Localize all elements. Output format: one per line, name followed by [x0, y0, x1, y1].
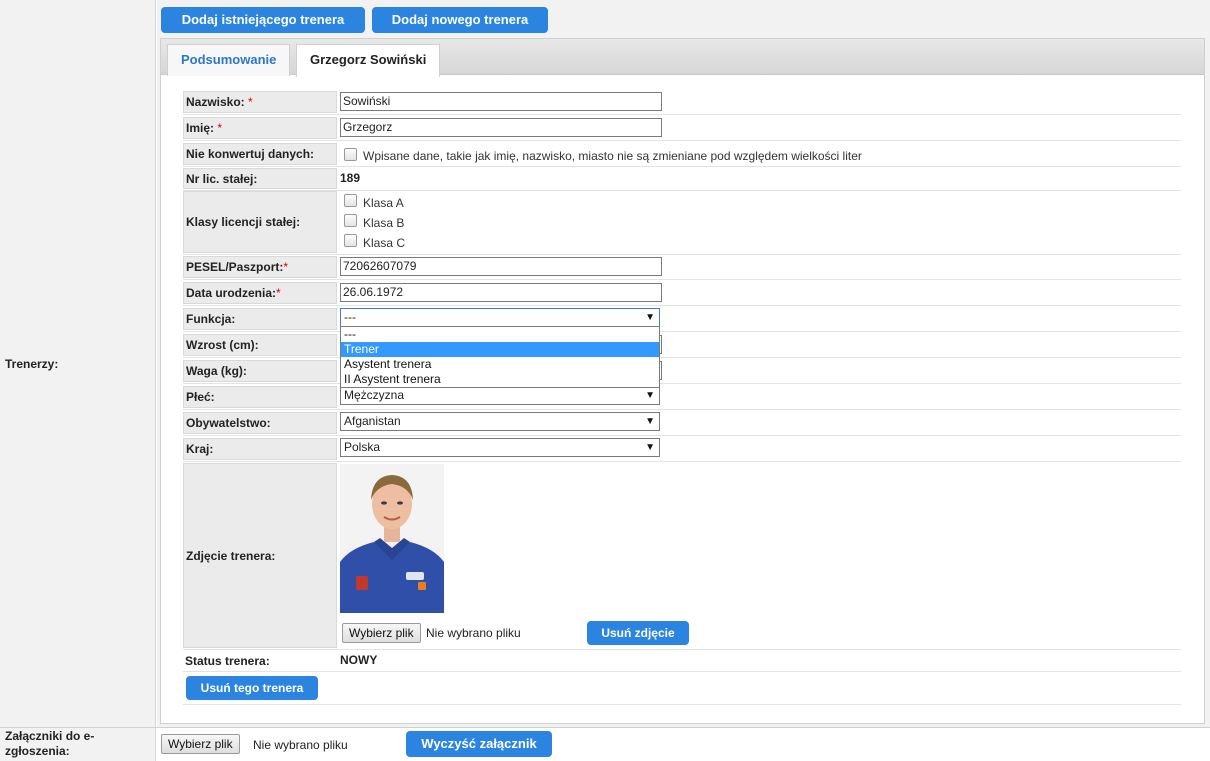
pesel-label: PESEL/Paszport: *: [183, 256, 337, 278]
noconvert-text: Wpisane dane, takie jak imię, nazwisko, …: [363, 149, 862, 163]
function-option[interactable]: Asystent trenera: [341, 357, 659, 372]
chevron-down-icon: ▼: [645, 390, 655, 401]
class-c-label: Klasa C: [363, 236, 406, 250]
photo-choose-file-button[interactable]: Wybierz plik: [342, 623, 421, 643]
tab-bar: Podsumowanie Grzegorz Sowiński: [161, 39, 1204, 77]
row-divider: [183, 704, 1181, 705]
add-new-trainer-button[interactable]: Dodaj nowego trenera: [372, 7, 548, 33]
photo-no-file-text: Nie wybrano pliku: [426, 626, 521, 640]
country-select[interactable]: Polska ▼: [340, 438, 660, 457]
row-divider: [183, 279, 1181, 280]
country-select-value: Polska: [344, 440, 381, 454]
function-select-value: ---: [344, 310, 356, 324]
row-divider: [183, 166, 1181, 167]
class-b-checkbox[interactable]: [344, 214, 357, 227]
function-option[interactable]: Trener: [341, 342, 659, 357]
left-label-column: [0, 0, 156, 761]
tab-summary[interactable]: Podsumowanie: [167, 44, 291, 76]
tab-trainer[interactable]: Grzegorz Sowiński: [296, 44, 441, 77]
trainers-label: Trenerzy:: [5, 357, 59, 371]
row-divider: [183, 305, 1181, 306]
citizenship-select[interactable]: Afganistan ▼: [340, 412, 660, 431]
function-option[interactable]: II Asystent trenera: [341, 372, 659, 387]
add-existing-trainer-button[interactable]: Dodaj istniejącego trenera: [161, 7, 365, 33]
chevron-down-icon: ▼: [645, 442, 655, 453]
birthdate-input[interactable]: 26.06.1972: [340, 283, 662, 302]
status-value: NOWY: [340, 653, 378, 667]
row-divider: [183, 140, 1181, 141]
remove-photo-button[interactable]: Usuń zdjęcie: [587, 621, 689, 645]
attachment-choose-file-button[interactable]: Wybierz plik: [161, 734, 240, 754]
function-select[interactable]: --- ▼: [340, 308, 660, 327]
trainer-photo: [340, 464, 444, 613]
chevron-down-icon: ▼: [645, 416, 655, 427]
row-divider: [183, 649, 1181, 650]
weight-label: Waga (kg):: [183, 360, 337, 382]
row-divider: [183, 114, 1181, 115]
clear-attachment-button[interactable]: Wyczyść załącznik: [406, 731, 552, 757]
noconvert-label: Nie konwertuj danych:: [183, 143, 337, 165]
noconvert-checkbox[interactable]: [344, 148, 357, 161]
function-dropdown-list[interactable]: --- Trener Asystent trenera II Asystent …: [340, 326, 660, 388]
row-divider: [183, 409, 1181, 410]
chevron-down-icon: ▼: [645, 312, 655, 323]
row-divider: [183, 435, 1181, 436]
row-divider: [183, 383, 1181, 384]
citizenship-label: Obywatelstwo:: [183, 412, 337, 434]
row-divider: [183, 357, 1181, 358]
row-divider: [183, 331, 1181, 332]
license-label: Nr lic. stałej:: [183, 168, 337, 189]
class-c-checkbox[interactable]: [344, 234, 357, 247]
attachments-label: Załączniki do e-zgłoszenia:: [5, 729, 95, 758]
firstname-input[interactable]: Grzegorz: [340, 118, 662, 137]
class-a-label: Klasa A: [363, 196, 404, 210]
country-label: Kraj:: [183, 438, 337, 460]
attachment-no-file-text: Nie wybrano pliku: [253, 738, 348, 752]
sex-select[interactable]: Mężczyzna ▼: [340, 386, 660, 405]
pesel-input[interactable]: 72062607079: [340, 257, 662, 276]
sex-select-value: Mężczyzna: [344, 388, 405, 402]
firstname-label: Imię: *: [183, 117, 337, 139]
license-value: 189: [340, 171, 361, 185]
citizenship-select-value: Afganistan: [344, 414, 401, 428]
birthdate-label: Data urodzenia: *: [183, 282, 337, 304]
class-b-label: Klasa B: [363, 216, 405, 230]
classes-label: Klasy licencji stałej:: [183, 191, 337, 253]
function-option[interactable]: ---: [341, 327, 659, 342]
divider: [0, 727, 1210, 728]
trainer-photo-image: [340, 464, 444, 613]
status-label: Status trenera:: [185, 653, 270, 668]
row-divider: [183, 461, 1181, 462]
sex-label: Płeć:: [183, 386, 337, 408]
surname-input[interactable]: Sowiński: [340, 92, 662, 111]
photo-label: Zdjęcie trenera:: [183, 463, 337, 648]
row-divider: [183, 671, 1181, 672]
class-a-checkbox[interactable]: [344, 194, 357, 207]
row-divider: [183, 254, 1181, 255]
height-label: Wzrost (cm):: [183, 334, 337, 356]
function-label: Funkcja:: [183, 308, 337, 330]
surname-label: Nazwisko: *: [183, 91, 337, 113]
remove-trainer-button[interactable]: Usuń tego trenera: [186, 676, 318, 700]
